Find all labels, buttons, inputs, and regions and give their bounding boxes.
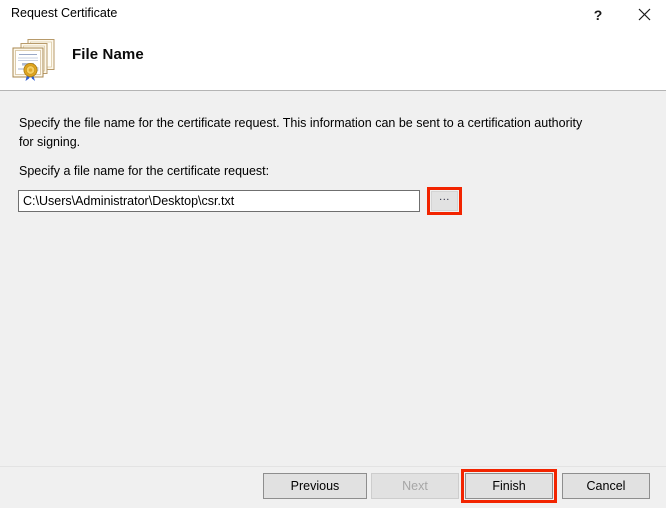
window-title: Request Certificate (11, 6, 117, 20)
certificate-stack-icon (10, 37, 58, 83)
help-button[interactable]: ? (576, 0, 620, 29)
filename-field-label: Specify a file name for the certificate … (19, 164, 269, 178)
question-mark-icon: ? (594, 8, 603, 22)
dialog-body: Specify the file name for the certificat… (0, 92, 666, 466)
finish-button[interactable]: Finish (465, 473, 553, 499)
ellipsis-icon: ... (439, 194, 450, 200)
close-icon (638, 8, 651, 21)
dialog-footer: Previous Next Finish Cancel (0, 466, 666, 508)
browse-button[interactable]: ... (431, 191, 458, 211)
next-button: Next (371, 473, 459, 499)
close-button[interactable] (622, 0, 666, 29)
page-title: File Name (72, 46, 144, 63)
cancel-button[interactable]: Cancel (562, 473, 650, 499)
filename-input[interactable] (18, 190, 420, 212)
instruction-text: Specify the file name for the certificat… (19, 114, 595, 152)
header-banner: File Name (0, 29, 666, 91)
previous-button[interactable]: Previous (263, 473, 367, 499)
title-bar: Request Certificate ? (0, 0, 666, 29)
